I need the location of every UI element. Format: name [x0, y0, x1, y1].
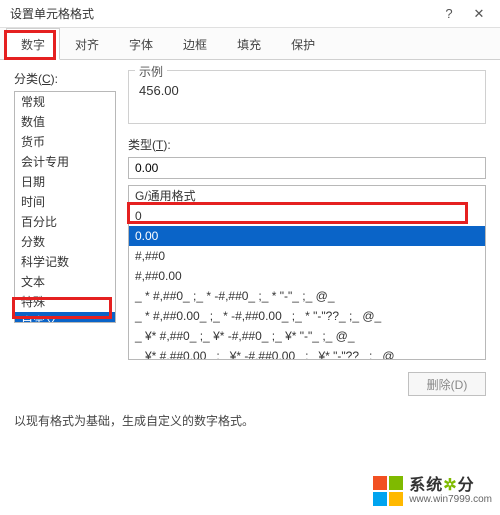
type-input[interactable] [128, 157, 486, 179]
cat-accounting[interactable]: 会计专用 [15, 152, 115, 172]
delete-button[interactable]: 删除(D) [408, 372, 486, 396]
watermark-url: www.win7999.com [409, 494, 492, 505]
sample-value: 456.00 [139, 79, 475, 98]
fmt-item[interactable]: #,##0.00 [129, 266, 485, 286]
tab-strip: 数字 对齐 字体 边框 填充 保护 [0, 28, 500, 60]
type-label: 类型(T): [128, 136, 486, 153]
cat-time[interactable]: 时间 [15, 192, 115, 212]
sample-label: 示例 [135, 63, 167, 80]
dialog-body: 分类(C): 常规 数值 货币 会计专用 日期 时间 百分比 分数 科学记数 文… [0, 60, 500, 439]
tab-number[interactable]: 数字 [6, 28, 60, 60]
fmt-item[interactable]: _ ¥* #,##0.00_ ;_ ¥* -#,##0.00_ ;_ ¥* "-… [129, 346, 485, 360]
window-title: 设置单元格格式 [10, 5, 94, 22]
help-button[interactable]: ? [434, 4, 464, 24]
fmt-item[interactable]: _ * #,##0_ ;_ * -#,##0_ ;_ * "-"_ ;_ @_ [129, 286, 485, 306]
format-list[interactable]: G/通用格式 0 0.00 #,##0 #,##0.00 _ * #,##0_ … [128, 185, 486, 360]
category-list[interactable]: 常规 数值 货币 会计专用 日期 时间 百分比 分数 科学记数 文本 特殊 自定… [14, 91, 116, 323]
cat-currency[interactable]: 货币 [15, 132, 115, 152]
fmt-item[interactable]: 0.00 [129, 226, 485, 246]
tab-align[interactable]: 对齐 [60, 28, 114, 59]
gear-icon: ✲ [443, 477, 457, 494]
cat-special[interactable]: 特殊 [15, 292, 115, 312]
close-button[interactable]: ✕ [464, 4, 494, 24]
watermark-title: 系统✲分 [409, 477, 492, 495]
cat-custom[interactable]: 自定义 [15, 312, 115, 323]
cat-percent[interactable]: 百分比 [15, 212, 115, 232]
cat-scientific[interactable]: 科学记数 [15, 252, 115, 272]
cat-text[interactable]: 文本 [15, 272, 115, 292]
fmt-item[interactable]: #,##0 [129, 246, 485, 266]
fmt-item[interactable]: _ ¥* #,##0_ ;_ ¥* -#,##0_ ;_ ¥* "-"_ ;_ … [129, 326, 485, 346]
cat-fraction[interactable]: 分数 [15, 232, 115, 252]
tab-border[interactable]: 边框 [168, 28, 222, 59]
tab-font[interactable]: 字体 [114, 28, 168, 59]
fmt-item[interactable]: 0 [129, 206, 485, 226]
titlebar: 设置单元格格式 ? ✕ [0, 0, 500, 28]
cat-date[interactable]: 日期 [15, 172, 115, 192]
watermark: 系统✲分 www.win7999.com [369, 467, 500, 515]
tab-protect[interactable]: 保护 [276, 28, 330, 59]
footer-note: 以现有格式为基础，生成自定义的数字格式。 [14, 412, 486, 429]
fmt-item[interactable]: _ * #,##0.00_ ;_ * -#,##0.00_ ;_ * "-"??… [129, 306, 485, 326]
cat-general[interactable]: 常规 [15, 92, 115, 112]
category-label: 分类(C): [14, 70, 116, 87]
tab-fill[interactable]: 填充 [222, 28, 276, 59]
cat-number[interactable]: 数值 [15, 112, 115, 132]
sample-group: 示例 456.00 [128, 70, 486, 124]
microsoft-logo-icon [373, 476, 403, 506]
fmt-item[interactable]: G/通用格式 [129, 186, 485, 206]
